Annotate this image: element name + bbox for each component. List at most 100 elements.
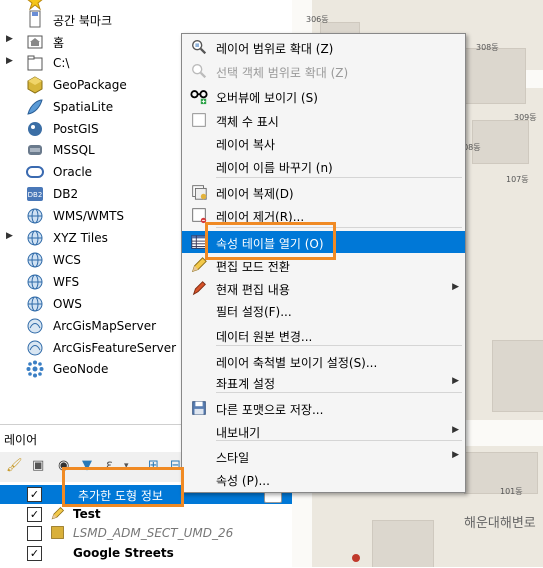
geonode-icon xyxy=(25,359,45,379)
highlight-box-layer xyxy=(62,467,184,507)
db2-icon: DB2 xyxy=(25,184,45,204)
zoom-layer-icon xyxy=(190,38,208,56)
layer-name: Test xyxy=(73,506,101,521)
browser-item-label: DB2 xyxy=(53,187,79,202)
browser-item-label: ArcGisMapServer xyxy=(53,318,157,333)
menu-item-18[interactable]: 속성 (P)... xyxy=(182,468,465,490)
browser-item-label: GeoPackage xyxy=(53,77,127,92)
overview-icon xyxy=(190,87,208,105)
browser-item-label: XYZ Tiles xyxy=(53,231,108,245)
browser-item-label: WMS/WMTS xyxy=(53,209,125,224)
menu-item-6[interactable]: 레이어 복제(D) xyxy=(182,181,465,203)
menu-item-label: 오버뷰에 보이기 (S) xyxy=(216,91,318,105)
ows-globe-icon xyxy=(25,294,45,314)
menu-item-label: 레이어 범위로 확대 (Z) xyxy=(216,42,334,56)
browser-item-label: 홈 xyxy=(53,35,65,50)
layer-visibility-checkbox[interactable]: ✓ xyxy=(27,545,42,561)
expand-arrow-icon[interactable]: ▶ xyxy=(6,231,16,243)
browser-item[interactable]: 공간 북마크 xyxy=(0,8,292,30)
menu-item-14[interactable]: 좌표계 설정 ▶ xyxy=(182,371,465,393)
add-group-icon[interactable]: ▣ xyxy=(32,458,44,473)
menu-item-label: 레이어 복사 xyxy=(216,138,276,152)
menu-item-label: 레이어 복제(D) xyxy=(216,187,294,201)
layer-row[interactable]: ✓ Test xyxy=(0,505,292,524)
browser-item-label: 공간 북마크 xyxy=(53,14,113,28)
map-label: 306동 xyxy=(306,15,329,24)
menu-item-15[interactable]: 다른 포맷으로 저장... xyxy=(182,397,465,419)
menu-item-label: 필터 설정(F)... xyxy=(216,305,292,319)
postgis-icon xyxy=(25,119,45,139)
menu-item-label: 데이터 원본 변경... xyxy=(216,330,313,344)
duplicate-layer-icon xyxy=(190,183,208,201)
layer-context-menu: 레이어 범위로 확대 (Z) 선택 객체 범위로 확대 (Z) 오버뷰에 보이기 (… xyxy=(181,33,466,493)
menu-item-label: 내보내기 xyxy=(216,426,261,440)
menu-item-label: 스타일 xyxy=(216,451,250,465)
menu-item-3[interactable]: 객체 수 표시 xyxy=(182,109,465,131)
expand-arrow-icon[interactable]: ▶ xyxy=(6,56,16,68)
style-manager-icon[interactable]: 🖌 xyxy=(6,458,23,473)
map-label: 309동 xyxy=(514,113,537,122)
bookmark-icon xyxy=(25,9,45,29)
menu-separator xyxy=(216,177,462,178)
layer-icon xyxy=(50,545,65,560)
xyz-globe-icon xyxy=(25,228,45,248)
menu-item-10[interactable]: 현재 편집 내용 ▶ xyxy=(182,277,465,299)
browser-item-label: SpatiaLite xyxy=(53,99,114,114)
editing-pencil-icon xyxy=(50,506,65,521)
layer-row[interactable]: ✓ Google Streets xyxy=(0,544,292,563)
map-label: 308동 xyxy=(476,43,499,52)
menu-item-label: 좌표계 설정 xyxy=(216,377,276,391)
menu-item-1: 선택 객체 범위로 확대 (Z) xyxy=(182,60,465,82)
browser-item-label: Oracle xyxy=(53,165,93,180)
menu-item-11[interactable]: 필터 설정(F)... xyxy=(182,299,465,321)
browser-item-label: GeoNode xyxy=(53,362,109,377)
menu-item-label: 레이어 축척별 보이기 설정(S)... xyxy=(216,356,378,370)
map-street-label: 해운대해변로 xyxy=(464,516,536,531)
map-label: 101동 xyxy=(500,487,523,496)
save-as-icon xyxy=(190,399,208,417)
drive-folder-icon xyxy=(25,53,45,73)
highlight-box-menu-item xyxy=(205,222,336,260)
polygon-layer-icon xyxy=(50,525,65,540)
map-building xyxy=(492,340,543,412)
layer-name: LSMD_ADM_SECT_UMD_26 xyxy=(73,526,234,540)
layer-visibility-checkbox[interactable]: ✓ xyxy=(27,487,42,502)
menu-item-0[interactable]: 레이어 범위로 확대 (Z) xyxy=(182,36,465,58)
oracle-icon xyxy=(25,162,45,182)
submenu-arrow-icon: ▶ xyxy=(452,425,459,435)
wms-globe-icon xyxy=(25,206,45,226)
layer-visibility-checkbox[interactable]: ✓ xyxy=(27,506,42,522)
wfs-globe-icon xyxy=(25,272,45,292)
browser-item-label: PostGIS xyxy=(53,121,99,136)
browser-item-label: C:\ xyxy=(53,55,70,70)
arcgis-feature-icon xyxy=(25,338,45,358)
menu-item-label: 편집 모드 전환 xyxy=(216,260,290,274)
browser-item-label: WFS xyxy=(53,274,80,289)
map-building xyxy=(372,520,434,567)
menu-item-label: 속성 (P)... xyxy=(216,474,270,488)
arcgis-map-icon xyxy=(25,316,45,336)
browser-item-label: ArcGisFeatureServer xyxy=(53,340,177,355)
menu-item-17[interactable]: 스타일 ▶ xyxy=(182,445,465,467)
menu-item-12[interactable]: 데이터 원본 변경... xyxy=(182,324,465,346)
menu-item-13[interactable]: 레이어 축척별 보이기 설정(S)... xyxy=(182,350,465,372)
geopackage-icon xyxy=(25,75,45,95)
menu-item-label: 선택 객체 범위로 확대 (Z) xyxy=(216,66,349,80)
menu-item-4[interactable]: 레이어 복사 xyxy=(182,132,465,154)
map-label: 107동 xyxy=(506,175,529,184)
wcs-globe-icon xyxy=(25,250,45,270)
map-poi-marker xyxy=(352,554,360,562)
checkbox-icon xyxy=(190,111,208,129)
menu-item-label: 현재 편집 내용 xyxy=(216,283,290,297)
layer-visibility-checkbox[interactable] xyxy=(27,526,42,541)
menu-item-16[interactable]: 내보내기 ▶ xyxy=(182,420,465,442)
svg-text:DB2: DB2 xyxy=(28,191,43,199)
menu-item-5[interactable]: 레이어 이름 바꾸기 (n) xyxy=(182,155,465,177)
browser-item-label: MSSQL xyxy=(53,143,95,158)
spatialite-icon xyxy=(25,97,45,117)
menu-item-2[interactable]: 오버뷰에 보이기 (S) xyxy=(182,85,465,107)
menu-item-label: 객체 수 표시 xyxy=(216,115,279,129)
expand-arrow-icon[interactable]: ▶ xyxy=(6,34,16,46)
submenu-arrow-icon: ▶ xyxy=(452,450,459,460)
layer-row[interactable]: LSMD_ADM_SECT_UMD_26 xyxy=(0,524,292,543)
